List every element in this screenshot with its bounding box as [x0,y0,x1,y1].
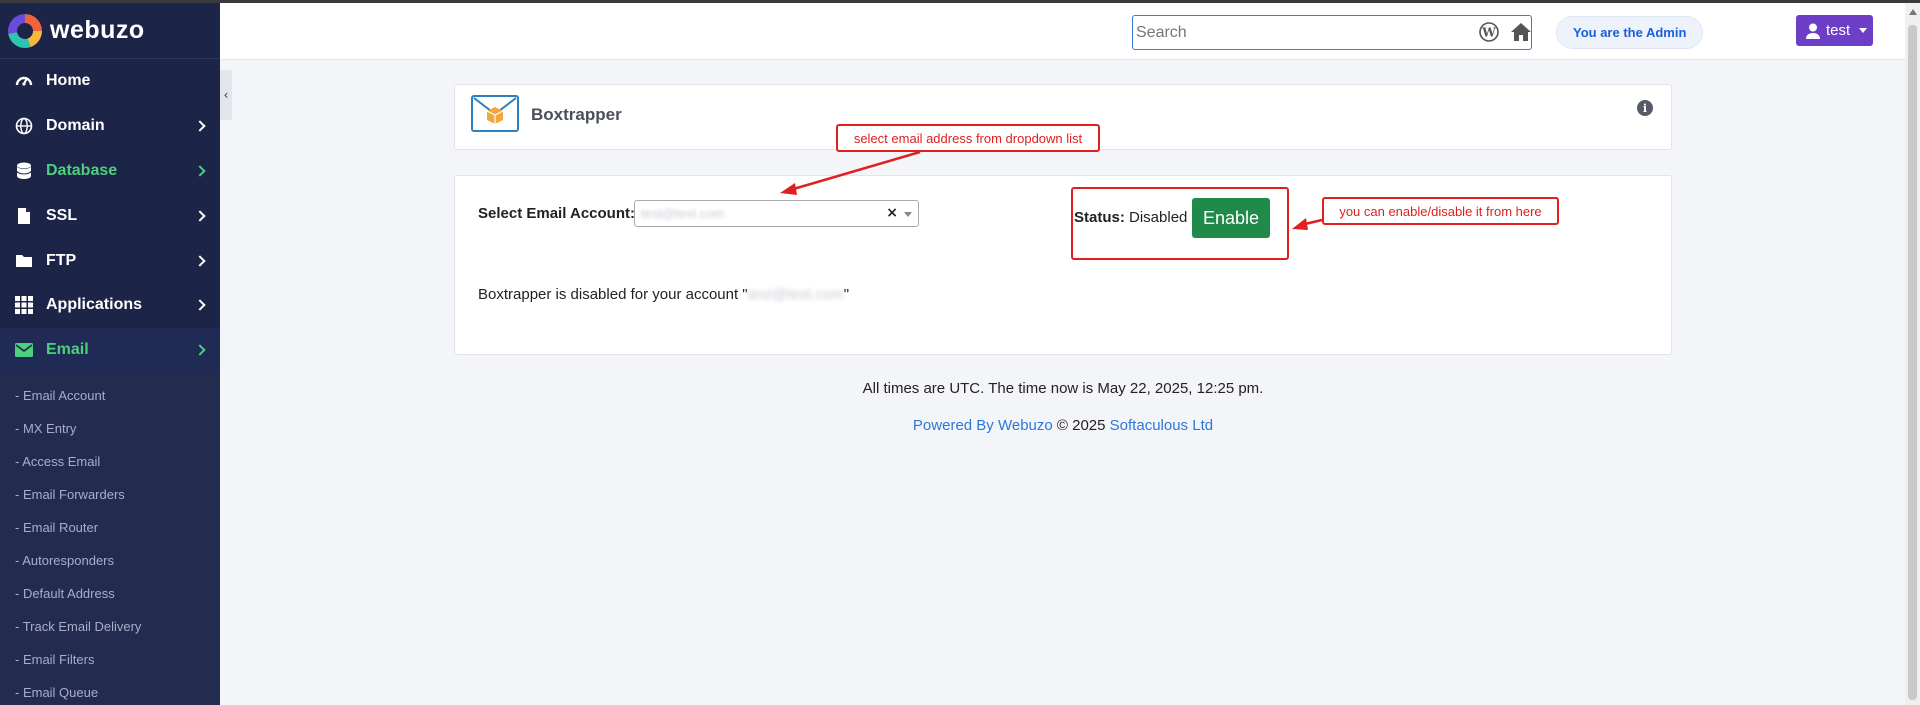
file-icon [14,206,34,226]
select-email-label: Select Email Account: [478,205,635,222]
search-input[interactable] [1132,15,1532,50]
dropdown-arrow-icon [904,212,912,217]
subnav-default-address[interactable]: - Default Address [0,577,220,610]
sidebar: webuzo Home Domain Database SSL FTP Appl… [0,3,220,705]
powered-by-link[interactable]: Powered By Webuzo [913,417,1053,434]
webuzo-logo-icon [8,13,42,48]
sidebar-item-domain[interactable]: Domain [0,104,220,149]
user-name: test [1826,22,1851,39]
chevron-right-icon [194,344,206,356]
clear-selection-icon[interactable]: × [886,205,898,221]
dashboard-icon [14,71,34,91]
sidebar-item-label: Email [46,341,89,359]
logo-text: webuzo [50,16,145,44]
chevron-right-icon [194,120,206,132]
sidebar-nav: Home Domain Database SSL FTP Application… [0,59,220,373]
grid-icon [14,295,34,315]
scrollbar-thumb[interactable] [1908,25,1917,700]
sidebar-item-label: FTP [46,251,77,269]
scroll-up-arrow-icon[interactable] [1909,9,1917,15]
chevron-right-icon [194,299,206,312]
subnav-access-email[interactable]: - Access Email [0,445,220,478]
top-header: You are the Admin W test [220,3,1910,60]
svg-text:W: W [1481,26,1496,40]
select-value: test@test.com [641,206,725,221]
sidebar-item-home[interactable]: Home [0,59,220,104]
sidebar-item-applications[interactable]: Applications [0,283,220,328]
sidebar-item-ftp[interactable]: FTP [0,238,220,283]
globe-icon [14,116,34,136]
user-icon [1806,23,1820,39]
email-subnav: - Email Account - MX Entry - Access Emai… [0,372,220,705]
annotation-status-frame [1071,187,1289,260]
subnav-email-filters[interactable]: - Email Filters [0,643,220,676]
logo[interactable]: webuzo [0,3,220,59]
sidebar-item-database[interactable]: Database [0,149,220,194]
user-menu-button[interactable]: test [1796,15,1873,46]
status-note: Boxtrapper is disabled for your account … [478,286,849,303]
page-title: Boxtrapper [531,105,622,124]
copyright-text: © 2025 [1056,417,1106,434]
chevron-right-icon [194,210,206,222]
subnav-track-email-delivery[interactable]: - Track Email Delivery [0,610,220,643]
wordpress-icon[interactable]: W [1478,21,1500,43]
subnav-email-forwarders[interactable]: - Email Forwarders [0,478,220,511]
chevron-right-icon [194,165,206,177]
company-link[interactable]: Softaculous Ltd [1110,417,1213,434]
folder-icon [14,251,34,271]
note-suffix: " [843,286,850,303]
note-prefix: Boxtrapper is disabled for your account … [478,286,748,303]
server-time-text: All times are UTC. The time now is May 2… [862,380,1264,397]
boxtrapper-icon [471,95,519,132]
vertical-scrollbar[interactable] [1905,3,1920,705]
sidebar-item-label: SSL [46,206,78,224]
sidebar-item-label: Home [46,72,91,90]
subnav-email-router[interactable]: - Email Router [0,511,220,544]
annotation-enable-hint: you can enable/disable it from here [1322,197,1559,225]
subnav-autoresponders[interactable]: - Autoresponders [0,544,220,577]
chevron-right-icon [194,254,206,267]
admin-badge[interactable]: You are the Admin [1556,16,1704,49]
subnav-mx-entry[interactable]: - MX Entry [0,412,220,445]
database-icon [14,161,34,181]
footer-credits: Powered By Webuzo © 2025 Softaculous Ltd [454,417,1672,434]
caret-down-icon [1859,28,1868,33]
info-icon[interactable]: i [1637,100,1653,116]
sidebar-item-label: Database [46,161,118,179]
sidebar-item-label: Domain [46,117,105,135]
sidebar-item-ssl[interactable]: SSL [0,193,220,238]
subnav-email-queue[interactable]: - Email Queue [0,676,220,705]
envelope-icon [14,340,34,360]
note-account: test@test.com [747,286,844,303]
home-icon[interactable] [1510,21,1532,43]
subnav-email-account[interactable]: - Email Account [0,379,220,412]
sidebar-collapse-toggle[interactable]: ‹ [220,70,232,120]
sidebar-item-label: Applications [46,296,143,314]
email-account-select[interactable]: test@test.com × [634,200,919,227]
annotation-dropdown-hint: select email address from dropdown list [836,124,1100,152]
sidebar-item-email[interactable]: Email [0,327,220,373]
